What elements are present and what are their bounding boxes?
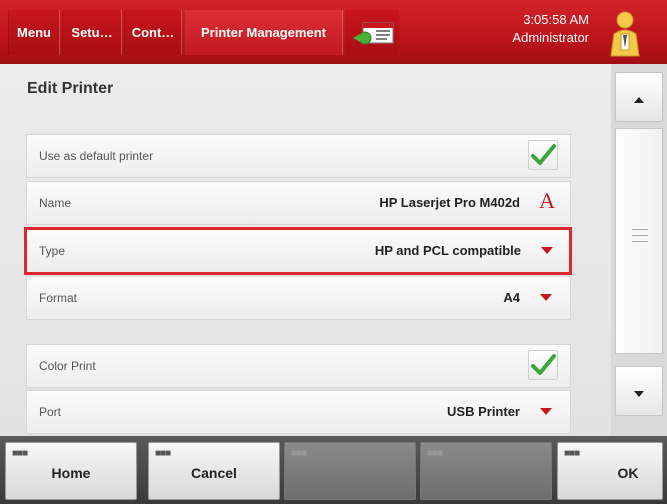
scroll-down-button[interactable] <box>615 366 663 416</box>
grid-icon: ■■■ <box>291 448 307 459</box>
row-color-print[interactable]: Color Print <box>26 344 571 388</box>
ok-label: OK <box>617 465 639 481</box>
tab-setup[interactable]: Setu… <box>62 10 122 55</box>
dropdown-arrow-icon[interactable] <box>540 408 552 415</box>
row-label: Type <box>39 244 66 258</box>
user-avatar-icon[interactable] <box>606 8 644 58</box>
name-value: HP Laserjet Pro M402d <box>379 195 520 210</box>
clock-time: 3:05:58 AM <box>523 12 589 27</box>
row-label: Port <box>39 405 62 419</box>
home-button[interactable]: ■■■ Home <box>5 442 137 500</box>
cancel-label: Cancel <box>191 465 237 481</box>
row-label: Format <box>39 291 78 305</box>
grip-line <box>632 229 648 230</box>
top-bar: Menu Setu… Cont… Printer Management 3:05… <box>0 0 667 64</box>
tab-menu[interactable]: Menu <box>8 10 60 55</box>
grid-icon: ■■■ <box>155 448 171 459</box>
status-area: 3:05:58 AM Administrator <box>512 11 589 47</box>
row-default-printer[interactable]: Use as default printer <box>26 134 571 178</box>
edit-printer-panel: Edit Printer Use as default printer Name… <box>0 64 611 436</box>
vertical-scrollbar[interactable] <box>611 64 667 436</box>
home-label: Home <box>51 465 91 481</box>
bottom-bar: ■■■ Home ■■■ Cancel ■■■ ■■■ ■■■ OK <box>0 436 667 504</box>
grip-line <box>632 241 648 242</box>
grid-icon: ■■■ <box>564 448 580 459</box>
cancel-button[interactable]: ■■■ Cancel <box>148 442 280 500</box>
printer-config-icon <box>353 22 394 45</box>
text-edit-icon[interactable]: A <box>539 188 555 214</box>
dropdown-arrow-icon[interactable] <box>541 247 553 254</box>
scroll-thumb[interactable] <box>615 128 663 354</box>
type-value: HP and PCL compatible <box>374 243 521 258</box>
port-value: USB Printer <box>447 404 520 419</box>
empty-button-2: ■■■ <box>420 442 552 500</box>
empty-button-1: ■■■ <box>284 442 416 500</box>
checkmark-icon <box>531 144 556 165</box>
row-label: Color Print <box>39 359 96 373</box>
grip-line <box>632 235 648 236</box>
arrow-down-icon <box>634 391 644 397</box>
row-label: Use as default printer <box>39 149 154 163</box>
user-name: Administrator <box>512 30 589 45</box>
scroll-up-button[interactable] <box>615 72 663 122</box>
page-title: Edit Printer <box>27 80 114 97</box>
row-format[interactable]: Format A4 <box>26 276 571 320</box>
row-type[interactable]: Type HP and PCL compatible <box>24 227 572 275</box>
tab-printer-management[interactable]: Printer Management <box>184 10 343 55</box>
row-port[interactable]: Port USB Printer <box>26 390 571 434</box>
arrow-up-icon <box>634 97 644 103</box>
color-print-checkbox[interactable] <box>528 350 558 380</box>
dropdown-arrow-icon[interactable] <box>540 294 552 301</box>
grid-icon: ■■■ <box>427 448 443 459</box>
checkmark-icon <box>531 354 556 375</box>
format-value: A4 <box>503 290 520 305</box>
ok-button[interactable]: ■■■ OK <box>557 442 663 500</box>
grid-icon: ■■■ <box>12 448 28 459</box>
row-label: Name <box>39 196 72 210</box>
default-printer-checkbox[interactable] <box>528 140 558 170</box>
tab-content[interactable]: Cont… <box>124 10 182 55</box>
tab-printer-config[interactable] <box>345 10 399 55</box>
row-name[interactable]: Name HP Laserjet Pro M402d A <box>26 181 571 225</box>
